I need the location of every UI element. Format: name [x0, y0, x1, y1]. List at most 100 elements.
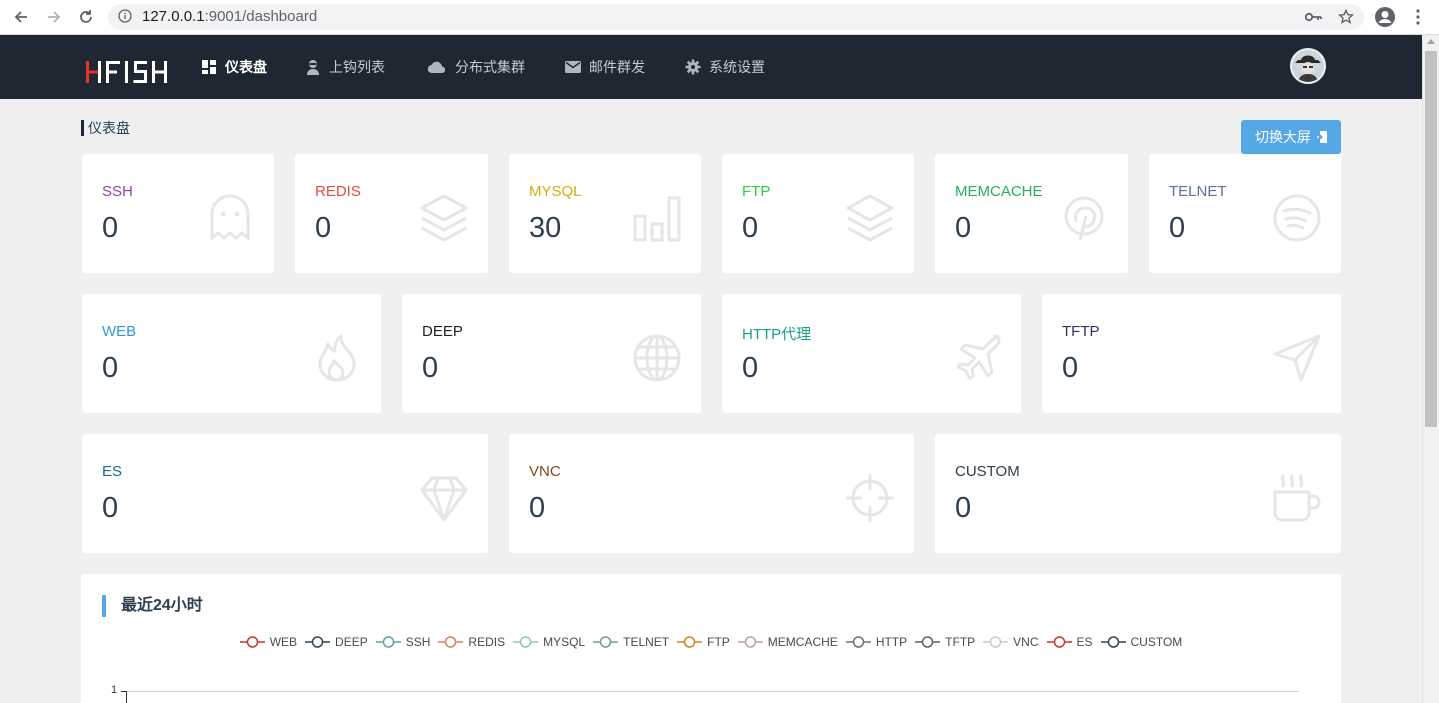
profile-icon[interactable]	[1373, 5, 1397, 29]
legend-item[interactable]: FTP	[677, 632, 730, 652]
switch-big-screen-label: 切换大屏	[1255, 129, 1311, 145]
legend-item[interactable]: TFTP	[915, 632, 975, 652]
info-icon[interactable]	[118, 9, 132, 28]
switch-big-screen-button[interactable]: 切换大屏	[1241, 120, 1341, 154]
card-telnet-value: 0	[1169, 212, 1186, 244]
card-vnc[interactable]: VNC 0	[509, 434, 914, 553]
back-arrow-icon[interactable]	[9, 5, 33, 29]
card-mysql-label: MYSQL	[529, 183, 582, 200]
legend-marker-icon	[983, 636, 1009, 648]
globe-icon	[633, 334, 681, 382]
card-http-proxy-value: 0	[742, 352, 759, 384]
page-title: 仪表盘	[81, 120, 130, 136]
legend-item[interactable]: MEMCACHE	[737, 632, 838, 652]
card-ftp-value: 0	[742, 212, 759, 244]
star-icon[interactable]	[1334, 5, 1358, 29]
card-custom[interactable]: CUSTOM 0	[935, 434, 1341, 553]
card-ftp[interactable]: FTP 0	[722, 154, 914, 273]
legend-marker-icon	[1100, 636, 1126, 648]
address-bar[interactable]: 127.0.0.1:9001/dashboard	[108, 4, 1364, 30]
card-mysql[interactable]: MYSQL 30	[509, 154, 701, 273]
nav-dashboard-label: 仪表盘	[225, 59, 267, 75]
legend-marker-icon	[438, 636, 464, 648]
card-custom-label: CUSTOM	[955, 463, 1020, 480]
card-memcache-label: MEMCACHE	[955, 183, 1043, 200]
legend-label: FTP	[707, 635, 730, 649]
card-vnc-label: VNC	[529, 463, 561, 480]
coffee-icon	[1273, 474, 1321, 522]
card-mysql-value: 30	[529, 212, 562, 244]
fire-icon	[318, 334, 356, 382]
legend-label: HTTP	[875, 635, 908, 649]
card-ssh-value: 0	[102, 212, 119, 244]
card-redis[interactable]: REDIS 0	[295, 154, 488, 273]
menu-dots-icon[interactable]	[1406, 5, 1430, 29]
reload-icon[interactable]	[74, 5, 98, 29]
card-web[interactable]: WEB 0	[82, 294, 381, 413]
legend-item[interactable]: DEEP	[305, 632, 368, 652]
card-redis-label: REDIS	[315, 183, 361, 200]
url-path: :9001/dashboard	[204, 8, 318, 25]
card-vnc-value: 0	[529, 492, 546, 524]
legend-marker-icon	[1046, 636, 1072, 648]
card-ssh[interactable]: SSH 0	[82, 154, 274, 273]
page-scrollbar[interactable]	[1422, 35, 1439, 703]
key-icon[interactable]	[1302, 5, 1326, 29]
legend-marker-icon	[677, 636, 703, 648]
card-custom-value: 0	[955, 492, 972, 524]
legend-item[interactable]: VNC	[983, 632, 1039, 652]
legend-item[interactable]: HTTP	[845, 632, 908, 652]
card-deep-value: 0	[422, 352, 439, 384]
scroll-thumb[interactable]	[1425, 51, 1437, 427]
legend-item[interactable]: MYSQL	[513, 632, 585, 652]
legend-item[interactable]: REDIS	[438, 632, 505, 652]
legend-marker-icon	[513, 636, 539, 648]
forward-arrow-icon[interactable]	[42, 5, 66, 29]
grid-line	[126, 691, 1298, 692]
send-icon	[1273, 334, 1321, 382]
ghost-icon	[210, 194, 250, 242]
card-http-proxy[interactable]: HTTP代理 0	[722, 294, 1021, 413]
bar-chart-icon	[633, 196, 681, 242]
nav-dashboard[interactable]: 仪表盘	[201, 57, 267, 77]
legend-item[interactable]: TELNET	[593, 632, 669, 652]
legend-label: TFTP	[945, 635, 976, 649]
nav-hooked-list-label: 上钩列表	[329, 59, 385, 75]
nav-hooked-list[interactable]: 上钩列表	[305, 57, 385, 77]
legend-marker-icon	[239, 636, 265, 648]
legend-label: TELNET	[623, 635, 670, 649]
card-memcache[interactable]: MEMCACHE 0	[935, 154, 1128, 273]
legend-marker-icon	[305, 636, 331, 648]
legend-label: DEEP	[335, 635, 368, 649]
hfish-logo[interactable]	[86, 59, 178, 85]
chart-legend: WEB DEEP SSH REDIS MYSQL TELNET FTP MEMCACHE HTT…	[81, 632, 1341, 652]
legend-label: WEB	[269, 635, 298, 649]
nav-settings[interactable]: 系统设置	[685, 57, 765, 77]
card-tftp[interactable]: TFTP 0	[1042, 294, 1341, 413]
card-telnet[interactable]: TELNET 0	[1149, 154, 1341, 273]
envelope-icon	[565, 59, 581, 75]
card-tftp-label: TFTP	[1062, 323, 1100, 340]
avatar[interactable]	[1290, 48, 1326, 84]
card-es-value: 0	[102, 492, 119, 524]
cloud-icon	[427, 59, 447, 75]
nav-mail[interactable]: 邮件群发	[565, 57, 645, 77]
card-deep[interactable]: DEEP 0	[402, 294, 701, 413]
legend-item[interactable]: CUSTOM	[1100, 632, 1182, 652]
y-axis	[126, 691, 127, 703]
scroll-up-arrow-icon[interactable]	[1427, 39, 1435, 44]
nav-settings-label: 系统设置	[709, 59, 765, 75]
y-tick-label: 1	[111, 684, 118, 696]
card-redis-value: 0	[315, 212, 332, 244]
layers-icon	[846, 194, 894, 242]
legend-item[interactable]: ES	[1046, 632, 1093, 652]
crosshair-icon	[846, 474, 894, 522]
app-header: 仪表盘 上钩列表 分布式集群 邮件群发 系统设置	[0, 35, 1422, 99]
card-es[interactable]: ES 0	[82, 434, 488, 553]
legend-label: VNC	[1013, 635, 1039, 649]
legend-item[interactable]: WEB	[239, 632, 298, 652]
nav-cluster[interactable]: 分布式集群	[427, 57, 525, 77]
nav-cluster-label: 分布式集群	[455, 59, 525, 75]
legend-marker-icon	[737, 636, 763, 648]
legend-item[interactable]: SSH	[375, 632, 430, 652]
